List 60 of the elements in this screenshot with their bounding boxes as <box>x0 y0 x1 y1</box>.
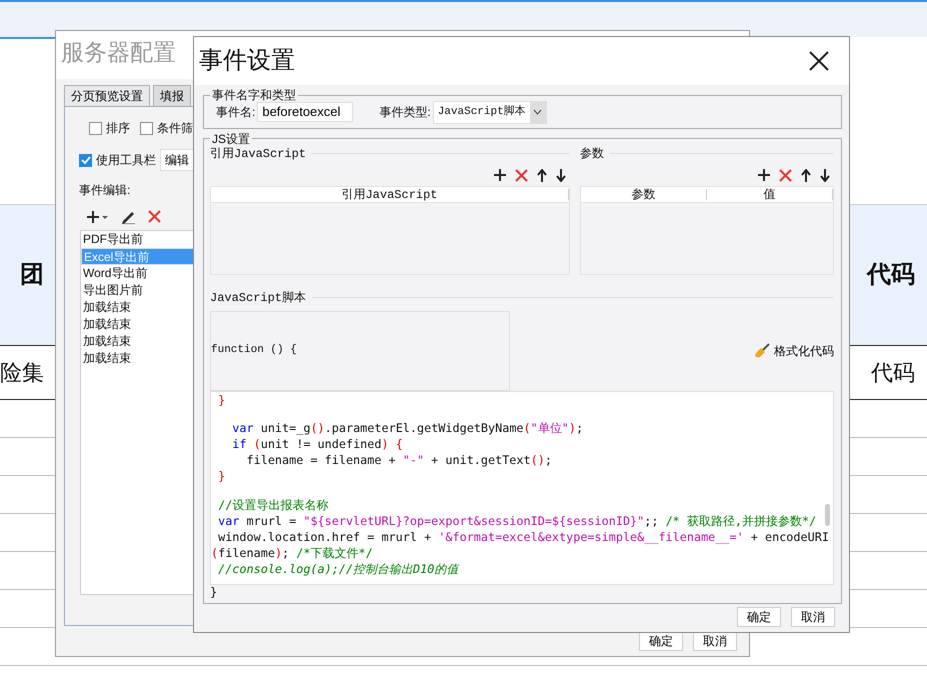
column-header: 团 <box>19 260 45 290</box>
code-line: } <box>217 392 226 408</box>
section-title: 参数 <box>580 146 604 162</box>
table-cell-text: 险集 <box>0 359 45 387</box>
tab[interactable]: 填报 <box>153 85 191 106</box>
add-icon[interactable] <box>494 168 506 180</box>
format-code-button[interactable]: 格式化代码 <box>754 342 834 360</box>
dialog-title: 事件设置 <box>199 46 295 76</box>
code-line: filename = filename + "-" + unit.getText(); <box>246 452 552 468</box>
column-header: 值 <box>707 188 833 200</box>
cancel-button[interactable]: 取消 <box>791 606 835 627</box>
down-arrow-icon[interactable] <box>820 168 830 182</box>
name-field[interactable]: beforetoexcel <box>257 102 354 122</box>
edit-button[interactable]: 编辑 <box>160 149 194 171</box>
add-icon[interactable] <box>758 168 770 180</box>
ok-button[interactable]: 确定 <box>639 631 683 651</box>
code-line: if (unit != undefined) { <box>231 436 403 452</box>
checkbox[interactable] <box>79 154 92 166</box>
add-dropdown-icon[interactable] <box>87 210 109 224</box>
code-line: //console.log(a);//控制台输出D10的值 <box>217 561 458 578</box>
field-label: 事件类型: <box>379 104 431 122</box>
up-arrow-icon[interactable] <box>537 168 547 182</box>
group-title: JS设置 <box>211 132 252 144</box>
close-icon[interactable] <box>809 51 829 71</box>
code-line: //设置导出报表名称 <box>217 496 328 513</box>
code-line: window.location.href = mrurl + '&format=excel&extype=simple&__filename__=' + encodeURI <box>217 528 829 546</box>
checkbox[interactable] <box>140 122 153 134</box>
table-cell-text: 代码 <box>870 359 916 387</box>
chevron-down-icon[interactable] <box>533 109 542 116</box>
tab[interactable]: 分页预览设置 <box>64 85 150 106</box>
checkbox[interactable] <box>89 122 102 134</box>
option-label: 排序 <box>106 120 130 137</box>
section-label: 事件编辑: <box>79 182 130 199</box>
field-label: 事件名: <box>216 104 256 122</box>
section-title: 引用JavaScript <box>210 146 306 162</box>
code-text: function () { <box>211 343 297 358</box>
cancel-button[interactable]: 取消 <box>693 631 737 651</box>
code-line: var unit=_g().parameterEl.getWidgetByName("单位"); <box>231 420 584 436</box>
code-line: (filename); /*下载文件*/ <box>211 545 373 562</box>
section-title: JavaScript脚本 <box>210 290 306 306</box>
type-dropdown[interactable]: JavaScript脚本 <box>432 101 547 124</box>
column-header: 引用JavaScript <box>211 188 569 200</box>
ok-button[interactable]: 确定 <box>737 606 781 627</box>
up-arrow-icon[interactable] <box>801 168 811 182</box>
code-line: var mrurl = "${servletURL}?op=export&sessionID=${sessionID}";; /* 获取路径,并拼接参数*/ <box>217 512 816 529</box>
code-text: } <box>210 584 218 599</box>
column-header: 代码 <box>865 260 916 290</box>
scrollbar-thumb[interactable] <box>825 504 830 526</box>
pencil-icon[interactable] <box>121 209 136 224</box>
down-arrow-icon[interactable] <box>556 168 566 182</box>
column-header: 参数 <box>581 188 707 200</box>
group-title: 事件名字和类型 <box>211 89 297 101</box>
delete-icon[interactable] <box>148 210 161 223</box>
option-label: 使用工具栏 <box>96 152 156 169</box>
code-line: } <box>217 468 226 485</box>
delete-icon[interactable] <box>779 168 792 182</box>
brush-icon <box>754 342 770 358</box>
delete-icon[interactable] <box>515 168 528 182</box>
code-editor[interactable] <box>210 390 834 585</box>
option-label: 条件筛 <box>157 120 193 137</box>
